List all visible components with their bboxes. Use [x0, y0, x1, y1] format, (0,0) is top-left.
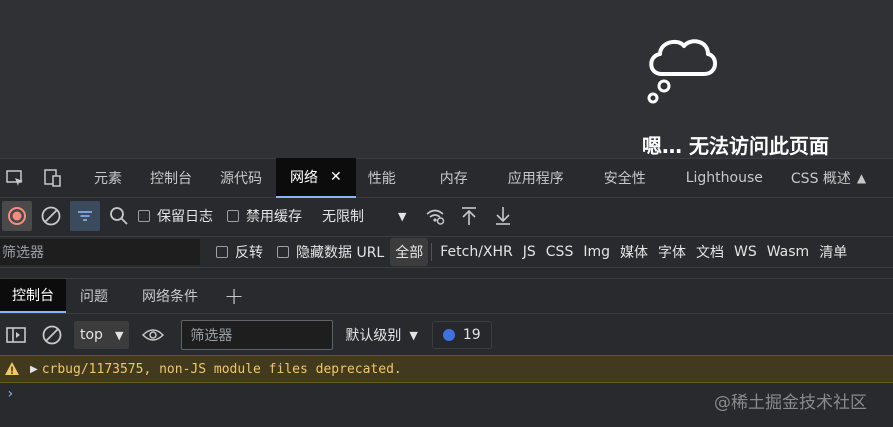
console-toolbar: top ▼ 筛选器 默认级别 ▼ 19	[0, 316, 893, 354]
console-filter-input[interactable]: 筛选器	[181, 320, 334, 350]
filter-type-all[interactable]: 全部	[390, 238, 429, 266]
error-title: 嗯… 无法访问此页面	[642, 134, 829, 158]
tab-application[interactable]: 应用程序	[496, 158, 592, 198]
live-expression-eye-icon[interactable]	[139, 321, 167, 349]
tab-elements[interactable]: 元素	[80, 158, 136, 198]
filter-type-wasm[interactable]: Wasm	[762, 244, 814, 260]
dropdown-arrow-icon: ▼	[398, 209, 407, 223]
filter-type-manifest[interactable]: 清单	[814, 242, 852, 262]
import-har-icon[interactable]	[454, 201, 484, 231]
tab-sources[interactable]: 源代码	[206, 158, 276, 198]
watermark: @稀土掘金技术社区	[714, 393, 867, 413]
context-select[interactable]: top ▼	[74, 321, 130, 349]
disable-cache-checkbox[interactable]: 禁用缓存	[227, 206, 302, 226]
drawer-tab-console[interactable]: 控制台	[0, 279, 66, 313]
throttling-select[interactable]: 无限制 ▼	[322, 206, 406, 226]
filter-icon[interactable]	[70, 201, 100, 231]
tab-network[interactable]: 网络 ✕	[276, 158, 356, 198]
console-prompt-icon[interactable]: ›	[6, 386, 14, 402]
expand-arrow-icon[interactable]: ▶	[30, 364, 38, 375]
network-filter-bar: 筛选器 反转 隐藏数据 URL 全部 Fetch/XHR JS CSS Img …	[0, 236, 893, 268]
network-conditions-icon[interactable]	[420, 201, 450, 231]
dropdown-arrow-icon: ▼	[409, 328, 418, 342]
filter-type-font[interactable]: 字体	[653, 242, 691, 262]
add-tab-icon[interactable]: +	[224, 282, 244, 310]
divider	[431, 243, 433, 261]
experiment-flask-icon: ▲	[856, 171, 867, 185]
record-stop-button[interactable]	[2, 201, 32, 231]
sidebar-toggle-icon[interactable]	[2, 321, 30, 349]
filter-type-js[interactable]: JS	[518, 244, 541, 260]
clear-console-icon[interactable]	[38, 321, 66, 349]
tab-security[interactable]: 安全性	[592, 158, 674, 198]
cloud-icon	[647, 39, 717, 104]
preserve-log-checkbox[interactable]: 保留日志	[138, 206, 213, 226]
filter-type-fetch-xhr[interactable]: Fetch/XHR	[435, 244, 518, 260]
devtools-tab-bar: 元素 控制台 源代码 网络 ✕ 性能 内存 应用程序 安全性 Lighthouse…	[0, 158, 893, 198]
network-toolbar: 保留日志 禁用缓存 无限制 ▼	[0, 198, 893, 234]
page-content: 嗯… 无法访问此页面	[0, 0, 893, 158]
log-level-select[interactable]: 默认级别 ▼	[345, 325, 417, 345]
drawer-tab-issues[interactable]: 问题	[66, 279, 130, 313]
tab-performance[interactable]: 性能	[356, 158, 420, 198]
invert-checkbox[interactable]: 反转	[216, 242, 263, 262]
filter-type-img[interactable]: Img	[578, 244, 615, 260]
close-icon[interactable]: ✕	[330, 169, 342, 185]
inspect-element-icon[interactable]	[2, 165, 28, 191]
device-toolbar-icon[interactable]	[40, 165, 66, 191]
dropdown-arrow-icon: ▼	[114, 328, 124, 342]
tab-css-overview[interactable]: CSS 概述 ▲	[791, 158, 872, 198]
console-warning-row: ▶ crbug/1173575, non-JS module files dep…	[0, 355, 893, 383]
drawer-tab-network-conditions[interactable]: 网络条件	[130, 279, 210, 313]
clear-icon[interactable]	[36, 201, 66, 231]
warning-message[interactable]: crbug/1173575, non-JS module files depre…	[42, 362, 402, 377]
hide-data-urls-checkbox[interactable]: 隐藏数据 URL	[277, 242, 384, 262]
export-har-icon[interactable]	[488, 201, 518, 231]
filter-type-media[interactable]: 媒体	[615, 242, 653, 262]
filter-input[interactable]: 筛选器	[0, 239, 200, 265]
filter-type-doc[interactable]: 文档	[691, 242, 729, 262]
tab-memory[interactable]: 内存	[420, 158, 496, 198]
filter-type-ws[interactable]: WS	[729, 244, 762, 260]
search-icon[interactable]	[104, 201, 134, 231]
warning-icon	[5, 362, 19, 375]
issues-badge[interactable]: 19	[431, 321, 492, 349]
tab-lighthouse[interactable]: Lighthouse	[674, 158, 791, 198]
drawer-tab-bar: 控制台 问题 网络条件 +	[0, 278, 893, 314]
tab-console[interactable]: 控制台	[136, 158, 206, 198]
filter-type-css[interactable]: CSS	[541, 244, 579, 260]
issue-icon	[442, 329, 455, 341]
